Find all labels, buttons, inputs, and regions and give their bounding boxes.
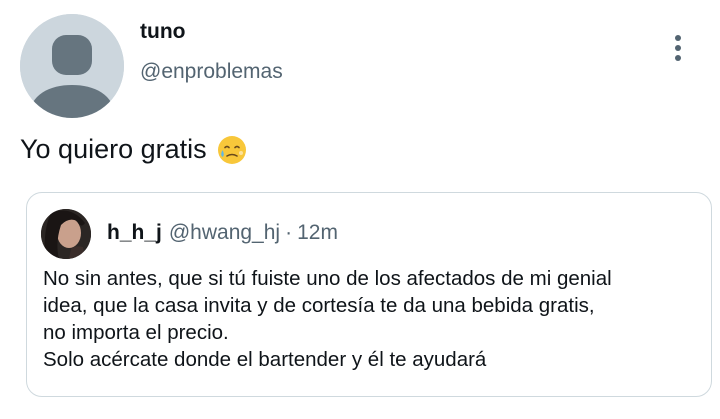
quoted-tweet-text: No sin antes, que si tú fuiste uno de lo… <box>43 265 703 373</box>
quoted-display-name[interactable]: h_h_j <box>107 221 162 245</box>
more-options-button[interactable] <box>660 28 696 68</box>
quoted-text-line: no importa el precio. <box>43 321 229 344</box>
quoted-timestamp[interactable]: 12m <box>297 221 338 245</box>
default-profile-icon <box>20 14 124 118</box>
header-separator: · <box>285 221 293 244</box>
quoted-tweet[interactable]: h_h_j @hwang_hj · 12m No sin antes, que … <box>26 192 712 397</box>
quoted-text-line: idea, que la casa invita y de cortesía t… <box>43 294 595 317</box>
quoted-text-line: Solo acércate donde el bartender y él te… <box>43 348 487 371</box>
profile-photo-icon <box>41 209 91 259</box>
quoted-text-line: No sin antes, que si tú fuiste uno de lo… <box>43 267 612 290</box>
more-vertical-icon <box>675 35 681 61</box>
tweet-text: Yo quiero gratis <box>20 134 247 165</box>
tweet: tuno @enproblemas Yo quiero gratis h_h_j… <box>0 0 720 419</box>
avatar[interactable] <box>20 14 124 118</box>
face-holding-back-tears-icon <box>217 135 247 165</box>
display-name[interactable]: tuno <box>140 20 185 44</box>
quoted-avatar[interactable] <box>41 209 91 259</box>
quoted-user-handle[interactable]: @hwang_hj <box>169 221 280 245</box>
tweet-text-content: Yo quiero gratis <box>20 134 207 164</box>
quoted-header: h_h_j @hwang_hj · 12m <box>107 221 338 245</box>
user-handle[interactable]: @enproblemas <box>140 60 283 84</box>
